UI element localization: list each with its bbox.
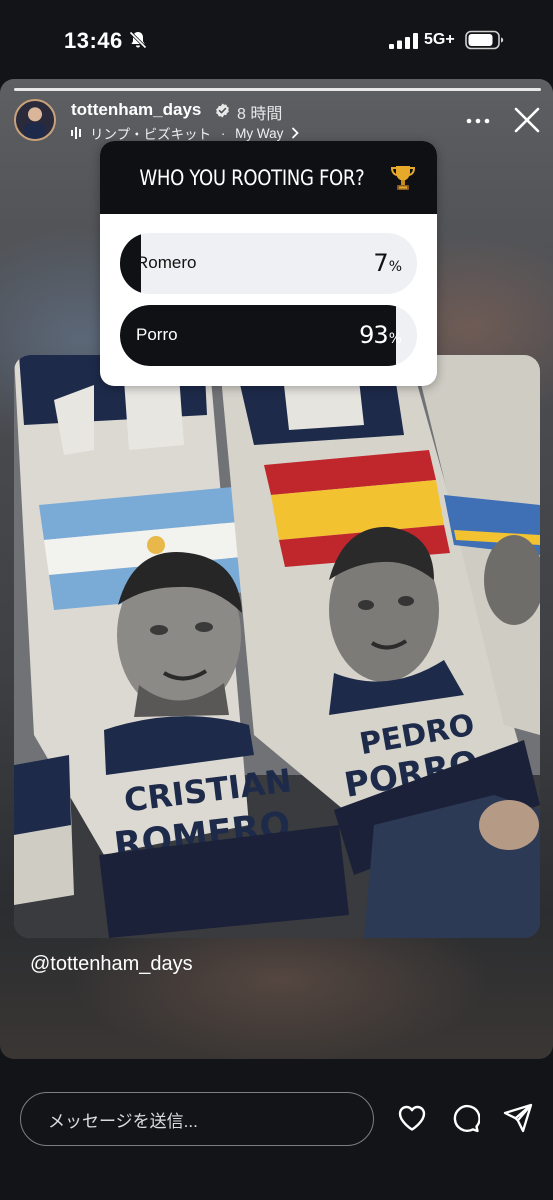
close-icon[interactable] (513, 106, 541, 134)
story-mention[interactable]: @tottenham_days (30, 953, 193, 976)
status-bar: 13:46 5G+ (0, 0, 553, 80)
verified-icon (216, 103, 229, 118)
bell-off-icon (129, 31, 147, 49)
poll-option-label: Romero (136, 253, 197, 272)
chevron-right-icon (292, 127, 300, 139)
post-time: 8 時間 (237, 106, 283, 123)
poll-option-romero[interactable]: Romero 7% (120, 233, 417, 294)
send-icon[interactable] (503, 1103, 533, 1133)
message-input[interactable]: メッセージを送信... (20, 1092, 374, 1146)
poll-option-percent: 7% (373, 249, 402, 277)
music-artist: リンプ・ビズキット (90, 127, 212, 142)
poll-question: WHO YOU ROOTING FOR? (138, 165, 365, 190)
more-options-icon[interactable] (465, 111, 491, 131)
battery-icon (465, 30, 504, 50)
scarves-illustration: CRISTIAN ROMERO PEDRO PORRO (14, 355, 540, 938)
story-photo: CRISTIAN ROMERO PEDRO PORRO (14, 355, 540, 938)
music-attribution[interactable]: リンプ・ビズキット · My Way (71, 123, 300, 143)
poll-sticker: WHO YOU ROOTING FOR? Romero 7% Porro 93% (100, 141, 437, 386)
network-label: 5G+ (424, 31, 455, 48)
poll-header: WHO YOU ROOTING FOR? (100, 141, 437, 214)
message-placeholder: メッセージを送信... (48, 1111, 198, 1131)
poll-option-label: Porro (136, 325, 178, 344)
music-song: My Way (235, 125, 284, 141)
story-card[interactable]: tottenham_days 8 時間 リンプ・ビズキット · My Way C… (0, 79, 553, 1059)
heart-icon[interactable] (397, 1104, 427, 1132)
comment-icon[interactable] (450, 1103, 480, 1133)
signal-icon (389, 33, 418, 49)
trophy-icon (391, 165, 416, 190)
status-time: 13:46 (64, 28, 123, 53)
avatar[interactable] (14, 99, 56, 141)
music-separator: · (217, 125, 230, 141)
audio-bars-icon (71, 127, 81, 139)
poll-option-porro[interactable]: Porro 93% (120, 305, 417, 366)
poll-option-percent: 93% (359, 321, 402, 349)
username[interactable]: tottenham_days (71, 100, 201, 120)
story-progress-bar (14, 88, 541, 91)
